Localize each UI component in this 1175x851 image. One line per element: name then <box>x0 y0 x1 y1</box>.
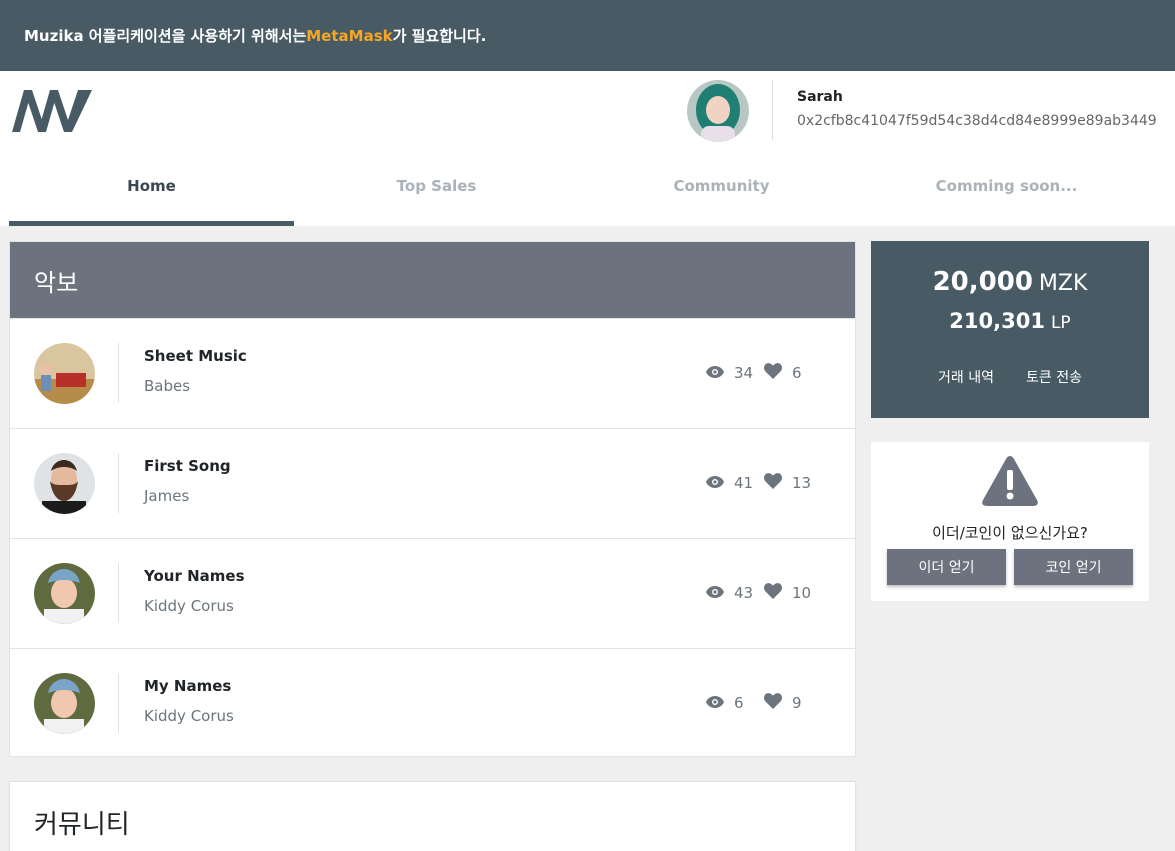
banner-text: Muzika 어플리케이션을 사용하기 위해서는 <box>24 27 307 45</box>
user-avatar[interactable] <box>687 80 749 142</box>
sheet-title[interactable]: First Song <box>144 457 231 475</box>
view-count: 41 <box>734 474 754 492</box>
mzk-unit: MZK <box>1038 271 1088 296</box>
token-transfer-link[interactable]: 토큰 전송 <box>1026 367 1082 387</box>
sheet-title[interactable]: My Names <box>144 677 231 695</box>
row-divider <box>118 563 119 623</box>
no-coin-question: 이더/코인이 없으신가요? <box>932 524 1088 542</box>
row-divider <box>118 453 119 513</box>
community-title: 커뮤니티 <box>34 810 130 840</box>
community-card: 커뮤니티 <box>9 781 856 851</box>
get-coin-button[interactable]: 코인 얻기 <box>1014 549 1133 585</box>
list-item[interactable]: First Song James 41 13 <box>10 428 855 538</box>
row-divider <box>118 673 119 733</box>
sheet-music-title: 악보 <box>10 242 855 318</box>
tab-top-sales[interactable]: Top Sales <box>294 159 579 226</box>
sheet-title[interactable]: Sheet Music <box>144 347 247 365</box>
sheet-title[interactable]: Your Names <box>144 567 245 585</box>
sheet-stats: 43 10 <box>706 583 822 603</box>
like-count: 6 <box>792 364 802 382</box>
header-divider <box>772 80 773 140</box>
view-count: 43 <box>734 584 754 602</box>
sheet-stats: 34 6 <box>706 363 822 383</box>
tab-coming-soon[interactable]: Comming soon... <box>864 159 1149 226</box>
list-item[interactable]: Sheet Music Babes 34 6 <box>10 318 855 428</box>
mzk-balance: 20,000 MZK <box>871 267 1149 297</box>
artist-avatar <box>34 563 95 624</box>
artist-avatar <box>34 673 95 734</box>
artist-avatar <box>34 343 95 404</box>
user-name: Sarah <box>797 89 843 105</box>
wallet-links: 거래 내역 토큰 전송 <box>871 367 1149 387</box>
mzk-value: 20,000 <box>932 267 1033 297</box>
lp-value: 210,301 <box>949 309 1045 333</box>
sheet-artist: Kiddy Corus <box>144 597 234 615</box>
view-count: 6 <box>734 694 744 712</box>
banner-text-end: 가 필요합니다. <box>392 27 487 45</box>
list-item[interactable]: Your Names Kiddy Corus 43 10 <box>10 538 855 648</box>
get-ether-button[interactable]: 이더 얻기 <box>887 549 1006 585</box>
like-count: 9 <box>792 694 802 712</box>
get-coins-panel: 이더/코인이 없으신가요? 이더 얻기 코인 얻기 <box>871 442 1149 601</box>
muzika-logo[interactable] <box>10 88 92 132</box>
heart-icon <box>764 693 782 713</box>
sheet-artist: Babes <box>144 377 191 395</box>
lp-balance: 210,301 LP <box>871 309 1149 333</box>
view-count: 34 <box>734 364 754 382</box>
eye-icon <box>706 364 724 382</box>
heart-icon <box>764 363 782 383</box>
row-divider <box>118 343 119 403</box>
eye-icon <box>706 694 724 712</box>
heart-icon <box>764 473 782 493</box>
eye-icon <box>706 584 724 602</box>
heart-icon <box>764 583 782 603</box>
transaction-history-link[interactable]: 거래 내역 <box>938 367 994 387</box>
tab-home[interactable]: Home <box>9 159 294 226</box>
sheet-stats: 6 9 <box>706 693 822 713</box>
list-item[interactable]: My Names Kiddy Corus 6 9 <box>10 648 855 758</box>
main-tabs: Home Top Sales Community Comming soon... <box>9 159 1149 226</box>
warning-icon <box>982 456 1038 506</box>
sheet-music-card: 악보 Sheet Music Babes 34 6 First Song Jam… <box>9 241 856 757</box>
sheet-stats: 41 13 <box>706 473 822 493</box>
eye-icon <box>706 474 724 492</box>
metamask-link[interactable]: MetaMask <box>306 27 392 45</box>
sheet-artist: James <box>144 487 190 505</box>
like-count: 10 <box>792 584 812 602</box>
sheet-artist: Kiddy Corus <box>144 707 234 725</box>
wallet-panel: 20,000 MZK 210,301 LP 거래 내역 토큰 전송 <box>871 241 1149 418</box>
metamask-banner: Muzika 어플리케이션을 사용하기 위해서는 MetaMask 가 필요합니다… <box>0 0 1175 71</box>
like-count: 13 <box>792 474 812 492</box>
artist-avatar <box>34 453 95 514</box>
lp-unit: LP <box>1050 313 1071 333</box>
wallet-address: 0x2cfb8c41047f59d54c38d4cd84e8999e89ab34… <box>797 113 1157 129</box>
header: Sarah 0x2cfb8c41047f59d54c38d4cd84e8999e… <box>0 71 1175 226</box>
tab-community[interactable]: Community <box>579 159 864 226</box>
